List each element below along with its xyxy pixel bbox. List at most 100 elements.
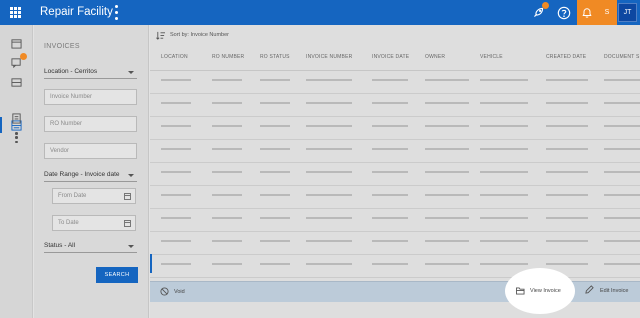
table-row[interactable] [150, 140, 640, 163]
table-row[interactable] [150, 232, 640, 255]
void-button[interactable]: Void [174, 289, 185, 295]
avatar[interactable]: JT [618, 3, 637, 22]
inbox-nav-icon[interactable] [10, 76, 23, 89]
loading-placeholder-bar [306, 194, 352, 196]
column-header-invoice-date[interactable]: INVOICE DATE [372, 54, 409, 60]
column-header-ro-number[interactable]: RO NUMBER [212, 54, 244, 60]
loading-placeholder-bar [260, 102, 290, 104]
vendor-placeholder: Vendor [50, 148, 70, 154]
loading-placeholder-bar [480, 79, 528, 81]
document-nav-icon[interactable] [10, 112, 23, 125]
calendar-icon[interactable] [124, 220, 131, 227]
table-row[interactable] [150, 71, 640, 94]
loading-placeholder-bar [161, 125, 191, 127]
loading-placeholder-bar [161, 263, 191, 265]
sort-bar[interactable]: Sort by: Invoice Number [150, 25, 640, 45]
rocket-icon[interactable] [530, 2, 549, 21]
help-icon[interactable] [555, 4, 572, 21]
table-row[interactable] [150, 94, 640, 117]
column-header-owner[interactable]: OWNER [425, 54, 445, 60]
calendar-nav-icon[interactable] [10, 37, 23, 50]
folder-open-icon[interactable] [516, 287, 525, 295]
messages-nav-icon[interactable] [10, 53, 27, 69]
from-date-field[interactable]: From Date [52, 188, 136, 204]
loading-placeholder-bar [306, 102, 352, 104]
loading-placeholder-bar [425, 194, 469, 196]
loading-placeholder-bar [306, 240, 352, 242]
loading-placeholder-bar [604, 263, 640, 265]
active-nav-indicator [0, 117, 2, 133]
loading-placeholder-bar [425, 148, 469, 150]
loading-placeholder-bar [604, 125, 640, 127]
filter-panel: INVOICES Location - Cerritos Invoice Num… [34, 25, 149, 318]
status-dropdown[interactable]: Status - All [44, 242, 134, 249]
loading-placeholder-bar [480, 240, 528, 242]
column-header-document-status[interactable]: DOCUMENT S [604, 54, 640, 60]
loading-placeholder-bar [212, 148, 242, 150]
loading-placeholder-bar [260, 240, 290, 242]
table-row[interactable] [150, 186, 640, 209]
date-range-label: Date Range - Invoice date [44, 171, 120, 178]
to-date-placeholder: To Date [58, 220, 79, 226]
loading-placeholder-bar [425, 102, 469, 104]
vendor-field[interactable]: Vendor [44, 143, 137, 159]
loading-placeholder-bar [372, 217, 408, 219]
to-date-field[interactable]: To Date [52, 215, 136, 231]
sort-icon[interactable] [156, 31, 165, 40]
location-underline [44, 78, 137, 79]
edit-icon[interactable] [585, 285, 594, 294]
loading-placeholder-bar [161, 240, 191, 242]
loading-placeholder-bar [372, 148, 408, 150]
column-header-vehicle[interactable]: VEHICLE [480, 54, 503, 60]
void-icon[interactable] [160, 287, 169, 296]
column-header-invoice-number[interactable]: INVOICE NUMBER [306, 54, 352, 60]
loading-placeholder-bar [425, 263, 469, 265]
loading-placeholder-bar [306, 217, 352, 219]
table-row[interactable] [150, 117, 640, 140]
loading-placeholder-bar [480, 125, 528, 127]
loading-placeholder-bar [546, 263, 588, 265]
table-row[interactable] [150, 209, 640, 232]
more-nav-icon[interactable] [15, 132, 18, 143]
chevron-down-icon [128, 71, 134, 74]
view-invoice-button[interactable]: View Invoice [530, 288, 561, 294]
loading-placeholder-bar [480, 263, 528, 265]
loading-placeholder-bar [480, 194, 528, 196]
loading-placeholder-bar [546, 171, 588, 173]
loading-placeholder-bar [604, 217, 640, 219]
kebab-menu-icon[interactable] [114, 5, 118, 20]
search-button[interactable]: SEARCH [96, 267, 138, 283]
selected-row-indicator [150, 254, 152, 273]
loading-placeholder-bar [372, 79, 408, 81]
ro-number-field[interactable]: RO Number [44, 116, 137, 132]
loading-placeholder-bar [161, 102, 191, 104]
column-header-created-date[interactable]: CREATED DATE [546, 54, 586, 60]
column-header-location[interactable]: LOCATION [161, 54, 188, 60]
loading-placeholder-bar [161, 148, 191, 150]
from-date-placeholder: From Date [58, 193, 87, 199]
bell-icon[interactable] [577, 0, 597, 25]
loading-placeholder-bar [212, 240, 242, 242]
date-range-underline [44, 181, 137, 182]
date-range-dropdown[interactable]: Date Range - Invoice date [44, 171, 134, 178]
loading-placeholder-bar [480, 217, 528, 219]
loading-placeholder-bar [260, 263, 290, 265]
sort-label: Sort by: Invoice Number [170, 32, 229, 38]
table-row[interactable] [150, 255, 640, 278]
loading-placeholder-bar [425, 125, 469, 127]
status-label: Status - All [44, 242, 76, 249]
loading-placeholder-bar [306, 125, 352, 127]
table-row[interactable] [150, 163, 640, 186]
loading-placeholder-bar [161, 217, 191, 219]
invoice-number-field[interactable]: Invoice Number [44, 89, 137, 105]
loading-placeholder-bar [260, 171, 290, 173]
calendar-icon[interactable] [124, 193, 131, 200]
edit-invoice-button[interactable]: Edit Invoice [600, 288, 628, 294]
loading-placeholder-bar [161, 194, 191, 196]
apps-grid-icon[interactable] [10, 7, 21, 18]
user-initial-button[interactable]: S [597, 0, 617, 25]
loading-placeholder-bar [212, 217, 242, 219]
location-dropdown[interactable]: Location - Cerritos [44, 68, 134, 75]
column-header-ro-status[interactable]: RO STATUS [260, 54, 290, 60]
app-title: Repair Facility [40, 6, 113, 18]
